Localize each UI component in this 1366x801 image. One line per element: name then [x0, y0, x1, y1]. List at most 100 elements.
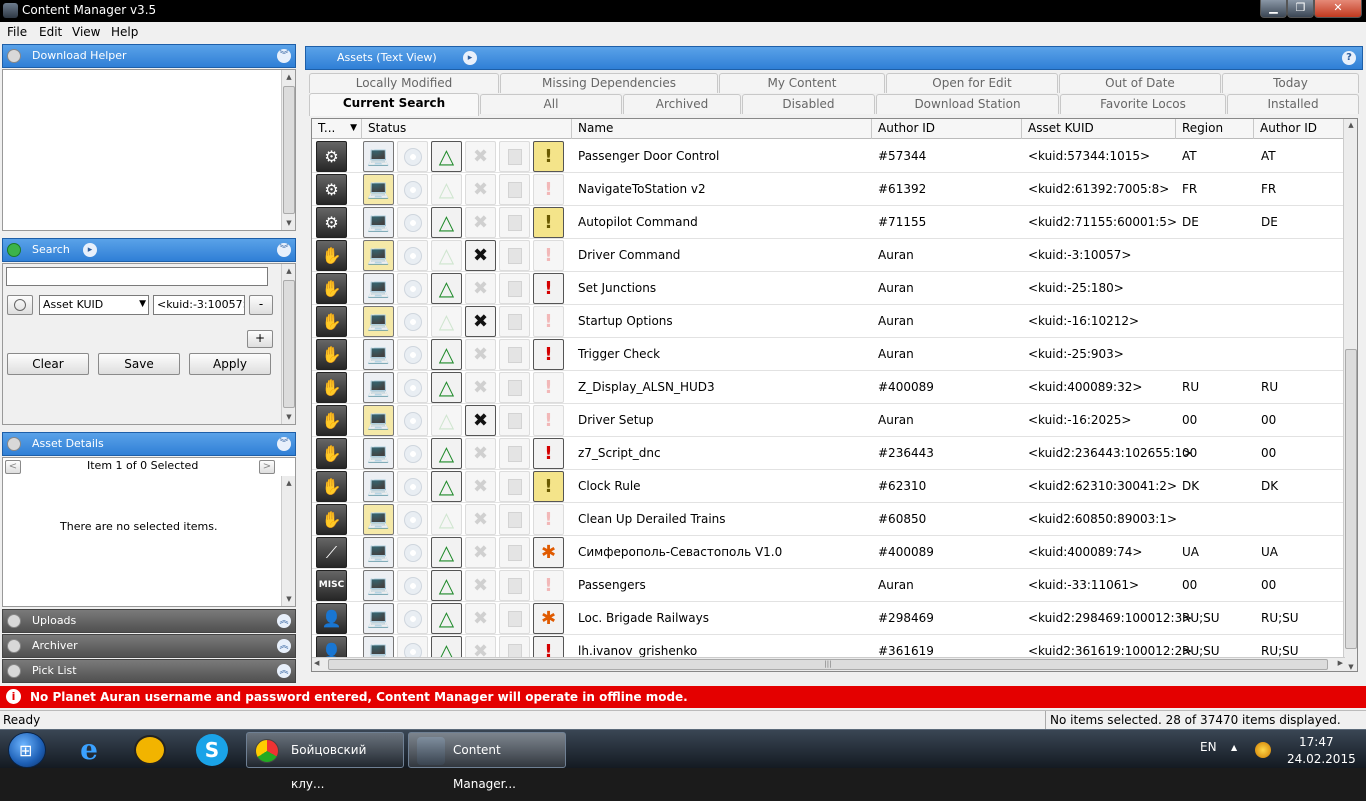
search-options-icon[interactable]: ▸: [83, 243, 97, 257]
next-item-button[interactable]: >: [259, 460, 275, 474]
minimize-button[interactable]: ▁: [1260, 0, 1287, 18]
search-kuid-input[interactable]: <kuid:-3:10057>: [153, 295, 245, 315]
collapse-chevron-icon[interactable]: ︾: [277, 243, 291, 257]
table-row[interactable]: ✋ 💻 △ ✖! Startup Options Auran <kuid:-16:10212…: [312, 305, 1345, 338]
tab-all[interactable]: All: [480, 94, 622, 114]
menu-file[interactable]: File: [7, 25, 27, 39]
table-row[interactable]: ✋ 💻 △ ✖! Set Junctions Auran <kuid:-25:180>: [312, 272, 1345, 305]
clock-time[interactable]: 17:47: [1299, 735, 1334, 749]
tray-app-icon[interactable]: [1255, 742, 1271, 758]
column-status[interactable]: Status: [362, 119, 572, 139]
tab-installed[interactable]: Installed: [1227, 94, 1359, 114]
table-row[interactable]: 👤 💻 △ ✖ ✱ Loc. Brigade Railways #298469 <kuid2:…: [312, 602, 1345, 635]
table-row[interactable]: ⟋ 💻 △ ✖ ✱ Симферополь-Севастополь V1.0 #400089…: [312, 536, 1345, 569]
tab-open-for-edit[interactable]: Open for Edit: [886, 73, 1058, 93]
headphones-app-icon[interactable]: [134, 735, 166, 765]
warning-faded-icon: !: [533, 174, 564, 205]
uploads-header[interactable]: Uploads ︽: [2, 609, 296, 633]
asset-details-header[interactable]: Asset Details ︾: [2, 432, 296, 456]
scroll-up-icon[interactable]: ▲: [1345, 121, 1357, 129]
scroll-up-icon[interactable]: ▲: [283, 265, 295, 277]
grid-vertical-scrollbar[interactable]: ▲ ▼: [1343, 119, 1357, 671]
pick-list-header[interactable]: Pick List ︽: [2, 659, 296, 683]
apply-button[interactable]: Apply: [189, 353, 271, 375]
column-type[interactable]: T... ▼: [312, 119, 362, 139]
scroll-up-icon[interactable]: ▲: [283, 71, 295, 83]
scroll-thumb[interactable]: [283, 86, 295, 214]
search-scrollbar[interactable]: ▲ ▼: [281, 264, 295, 424]
column-name[interactable]: Name: [572, 119, 872, 139]
table-row[interactable]: ⚙ 💻 △ ✖! Autopilot Command #71155 <kuid2:71155…: [312, 206, 1345, 239]
close-button[interactable]: ✕: [1314, 0, 1362, 18]
table-row[interactable]: ✋ 💻 △ ✖! Clock Rule #62310 <kuid2:62310:30041:…: [312, 470, 1345, 503]
show-hidden-icons-icon[interactable]: ▲: [1231, 743, 1237, 752]
clear-button[interactable]: Clear: [7, 353, 89, 375]
table-row[interactable]: ✋ 💻 △ ✖! Driver Command Auran <kuid:-3:10057>: [312, 239, 1345, 272]
maximize-button[interactable]: ❐: [1287, 0, 1314, 18]
asset-name: Passenger Door Control: [578, 149, 720, 163]
search-field-select[interactable]: Asset KUID ▼: [39, 295, 149, 315]
scroll-down-icon[interactable]: ▼: [283, 217, 295, 229]
remove-criteria-button[interactable]: -: [249, 295, 273, 315]
column-author-region[interactable]: Author ID: [1254, 119, 1345, 139]
table-row[interactable]: ✋ 💻 △ ✖! Clean Up Derailed Trains #60850 <kuid…: [312, 503, 1345, 536]
view-options-icon[interactable]: ▸: [463, 51, 477, 65]
tab-locally-modified[interactable]: Locally Modified: [309, 73, 499, 93]
tab-current-search[interactable]: Current Search: [309, 93, 479, 116]
save-button[interactable]: Save: [98, 353, 180, 375]
tab-download-station[interactable]: Download Station: [876, 94, 1059, 114]
table-row[interactable]: ✋ 💻 △ ✖! Z_Display_ALSN_HUD3 #400089 <kuid:400…: [312, 371, 1345, 404]
menu-view[interactable]: View: [72, 25, 100, 39]
table-row[interactable]: MISC 💻 △ ✖! Passengers Auran <kuid:-33:11061> 0…: [312, 569, 1345, 602]
menu-edit[interactable]: Edit: [39, 25, 62, 39]
help-icon[interactable]: ?: [1342, 51, 1356, 65]
download-helper-header[interactable]: Download Helper ︾: [2, 44, 296, 68]
tab-favorite-locos[interactable]: Favorite Locos: [1060, 94, 1226, 114]
taskbar-content-manager-window[interactable]: Content Manager...: [408, 732, 566, 791]
search-toggle-button[interactable]: [7, 295, 33, 315]
grid-hscroll-thumb[interactable]: |||: [328, 659, 1328, 670]
search-header[interactable]: Search ▸ ︾: [2, 238, 296, 262]
expand-chevron-icon[interactable]: ︽: [277, 639, 291, 653]
archiver-header[interactable]: Archiver ︽: [2, 634, 296, 658]
scroll-left-icon[interactable]: ◀: [314, 659, 319, 667]
table-row[interactable]: ⚙ 💻 △ ✖! NavigateToStation v2 #61392 <kuid2:61…: [312, 173, 1345, 206]
table-row[interactable]: ✋ 💻 △ ✖! z7_Script_dnc #236443 <kuid2:236443:1…: [312, 437, 1345, 470]
scroll-down-icon[interactable]: ▼: [283, 593, 295, 605]
expand-chevron-icon[interactable]: ︽: [277, 664, 291, 678]
asset-details-scrollbar[interactable]: ▲ ▼: [281, 476, 295, 606]
column-author-id[interactable]: Author ID: [872, 119, 1022, 139]
expand-chevron-icon[interactable]: ︽: [277, 614, 291, 628]
download-helper-scrollbar[interactable]: ▲ ▼: [281, 70, 295, 230]
table-row[interactable]: ✋ 💻 △ ✖! Driver Setup Auran <kuid:-16:2025> 00 0…: [312, 404, 1345, 437]
table-row[interactable]: ✋ 💻 △ ✖! Trigger Check Auran <kuid:-25:903>: [312, 338, 1345, 371]
tab-archived[interactable]: Archived: [623, 94, 741, 114]
scroll-right-icon[interactable]: ▶: [1338, 659, 1343, 667]
tab-today[interactable]: Today: [1222, 73, 1359, 93]
language-indicator[interactable]: EN: [1200, 740, 1217, 754]
clock-date[interactable]: 24.02.2015: [1287, 752, 1356, 766]
internet-explorer-icon[interactable]: e: [72, 734, 106, 766]
scroll-down-icon[interactable]: ▼: [1345, 663, 1357, 671]
add-criteria-button[interactable]: +: [247, 330, 273, 348]
scroll-thumb[interactable]: [283, 280, 295, 408]
column-asset-kuid[interactable]: Asset KUID: [1022, 119, 1176, 139]
tab-missing-dependencies[interactable]: Missing Dependencies: [500, 73, 718, 93]
prev-item-button[interactable]: <: [5, 460, 21, 474]
scroll-down-icon[interactable]: ▼: [283, 411, 295, 423]
grid-horizontal-scrollbar[interactable]: ◀ ||| ▶: [312, 657, 1345, 671]
taskbar-chrome-window[interactable]: Бойцовский клу...: [246, 732, 404, 791]
skype-icon[interactable]: S: [196, 734, 228, 766]
collapse-chevron-icon[interactable]: ︾: [277, 49, 291, 63]
search-text-input[interactable]: [6, 267, 268, 286]
tab-out-of-date[interactable]: Out of Date: [1059, 73, 1221, 93]
start-button[interactable]: ⊞: [8, 732, 46, 768]
table-row[interactable]: ⚙ 💻 △ ✖! Passenger Door Control #57344 <kuid:5…: [312, 140, 1345, 173]
menu-help[interactable]: Help: [111, 25, 138, 39]
collapse-chevron-icon[interactable]: ︾: [277, 437, 291, 451]
grid-scroll-thumb[interactable]: [1345, 349, 1357, 649]
column-region[interactable]: Region: [1176, 119, 1254, 139]
tab-my-content[interactable]: My Content: [719, 73, 885, 93]
scroll-up-icon[interactable]: ▲: [283, 477, 295, 489]
tab-disabled[interactable]: Disabled: [742, 94, 875, 114]
